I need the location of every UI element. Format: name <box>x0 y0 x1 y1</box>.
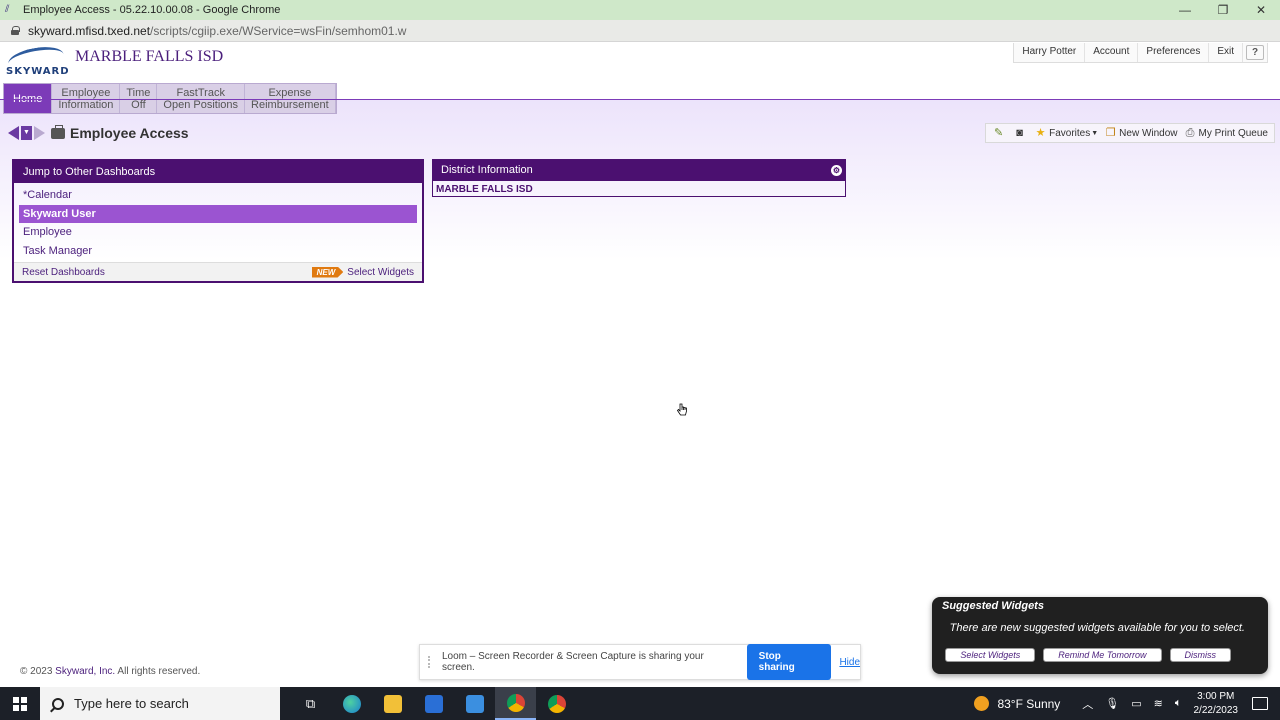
forward-arrow-icon[interactable] <box>34 126 45 140</box>
drag-handle-icon[interactable] <box>428 656 433 668</box>
suggest-message: There are new suggested widgets availabl… <box>949 622 1245 634</box>
district-panel-title: District Information <box>441 164 533 176</box>
account-link[interactable]: Account <box>1085 43 1139 62</box>
jump-dashboards-panel: Jump to Other Dashboards *Calendar Skywa… <box>12 159 424 283</box>
notification-icon[interactable] <box>1252 697 1268 710</box>
camera-icon: ◙ <box>1016 127 1023 139</box>
file-explorer-app[interactable] <box>372 687 413 720</box>
user-name-link[interactable]: Harry Potter <box>1014 43 1086 62</box>
hand-cursor-icon <box>677 403 687 416</box>
remind-me-tomorrow-button[interactable]: Remind Me Tomorrow <box>1043 648 1162 662</box>
close-window-button[interactable]: ✕ <box>1242 0 1280 20</box>
chrome-icon <box>547 694 566 713</box>
stop-sharing-button[interactable]: Stop sharing <box>746 644 832 680</box>
history-dropdown-icon[interactable]: ▼ <box>21 126 32 140</box>
folder-icon <box>383 694 402 713</box>
url-path[interactable]: /scripts/cgiip.exe/WService=wsFin/semhom… <box>150 24 406 38</box>
wifi-icon[interactable]: ≋ <box>1154 697 1163 710</box>
store-app[interactable] <box>413 687 454 720</box>
skyward-logo[interactable]: SKYWARD <box>6 43 70 82</box>
windows-logo-icon <box>13 696 27 711</box>
settings-gear-icon[interactable]: ⚙ <box>831 165 842 176</box>
mail-icon <box>465 694 484 713</box>
dashboard-item-task-manager[interactable]: Task Manager <box>19 242 417 260</box>
task-view-icon: ⧉ <box>305 695 316 711</box>
dismiss-button[interactable]: Dismiss <box>1169 648 1231 662</box>
new-badge: NEW <box>311 266 344 278</box>
window-title: Employee Access - 05.22.10.00.08 - Googl… <box>23 4 281 16</box>
volume-icon[interactable]: 🔈︎ <box>1175 697 1182 710</box>
taskbar-clock[interactable]: 3:00 PM 2/22/2023 <box>1194 690 1239 718</box>
suggest-title: Suggested Widgets <box>942 600 1044 612</box>
windows-taskbar: Type here to search ⧉ 83°F Sunny ︿ 🎙︎ ▭ … <box>0 687 1280 720</box>
skyward-link[interactable]: Skyward, Inc. <box>55 666 115 677</box>
maximize-button[interactable]: ❐ <box>1204 0 1242 20</box>
chrome-app[interactable] <box>536 687 577 720</box>
notes-button[interactable]: ✎ <box>992 127 1007 139</box>
chrome-app-active[interactable] <box>495 687 536 720</box>
address-bar[interactable]: skyward.mfisd.txed.net /scripts/cgiip.ex… <box>0 20 1280 42</box>
suggested-widgets-popup: Suggested Widgets There are new suggeste… <box>932 597 1268 674</box>
skyward-favicon-icon: ⫽ <box>5 4 10 15</box>
briefcase-icon <box>51 124 65 139</box>
print-queue-button[interactable]: ⎙ My Print Queue <box>1184 127 1268 139</box>
logo-text: SKYWARD <box>6 66 70 77</box>
page-toolbar: ✎ ◙ ★ Favorites ▼ ❐ New Window ⎙ My Print Qu… <box>985 123 1275 143</box>
notepad-icon: ✎ <box>993 127 1004 139</box>
sunny-weather-icon[interactable] <box>974 696 990 711</box>
district-information-panel: District Information ⚙ MARBLE FALLS ISD <box>432 159 846 197</box>
star-icon: ★ <box>1035 127 1046 139</box>
back-arrow-icon[interactable] <box>8 126 19 140</box>
district-value: MARBLE FALLS ISD <box>436 184 533 195</box>
chevron-down-icon: ▼ <box>1091 129 1099 137</box>
start-button[interactable] <box>0 687 40 720</box>
store-icon <box>424 694 443 713</box>
jump-panel-title: Jump to Other Dashboards <box>14 161 422 183</box>
lock-icon[interactable] <box>11 26 20 35</box>
mail-app[interactable] <box>454 687 495 720</box>
chevron-up-icon[interactable]: ︿ <box>1082 696 1093 712</box>
dashboard-item-skyward-user[interactable]: Skyward User <box>19 204 417 223</box>
copyright-text: © 2023 Skyward, Inc. All rights reserved… <box>20 666 201 677</box>
hide-link[interactable]: Hide <box>839 657 860 668</box>
weather-text[interactable]: 83°F Sunny <box>997 697 1060 711</box>
printer-icon: ⎙ <box>1185 127 1195 139</box>
dashboard-item-employee[interactable]: Employee <box>19 223 417 241</box>
select-widgets-link[interactable]: Select Widgets <box>347 267 414 278</box>
chrome-icon <box>506 693 525 712</box>
edge-app[interactable] <box>331 687 372 720</box>
new-window-icon: ❐ <box>1105 127 1116 139</box>
battery-icon[interactable]: ▭ <box>1131 697 1141 710</box>
select-widgets-button[interactable]: Select Widgets <box>945 648 1036 662</box>
district-name-heading: MARBLE FALLS ISD <box>75 48 224 65</box>
task-view-button[interactable]: ⧉ <box>290 687 331 720</box>
help-button[interactable]: ? <box>1246 45 1264 60</box>
loom-sharing-message: Loom – Screen Recorder & Screen Capture … <box>441 651 704 673</box>
screenshot-button[interactable]: ◙ <box>1013 127 1028 139</box>
preferences-link[interactable]: Preferences <box>1138 43 1210 62</box>
edge-icon <box>342 694 361 713</box>
dashboard-item-calendar[interactable]: *Calendar <box>19 186 417 204</box>
loom-sharing-bar: Loom – Screen Recorder & Screen Capture … <box>419 644 861 680</box>
breadcrumb: ▼ Employee Access <box>8 124 189 141</box>
minimize-button[interactable]: — <box>1166 0 1204 20</box>
search-icon <box>52 697 64 710</box>
reset-dashboards-link[interactable]: Reset Dashboards <box>22 267 105 278</box>
url-host[interactable]: skyward.mfisd.txed.net <box>28 24 150 38</box>
user-bar: Harry Potter Account Preferences Exit ? <box>1013 43 1268 63</box>
window-title-bar: ⫽ Employee Access - 05.22.10.00.08 - Goo… <box>0 0 1280 20</box>
taskbar-search-input[interactable]: Type here to search <box>40 687 280 720</box>
new-window-button[interactable]: ❐ New Window <box>1104 127 1178 139</box>
exit-link[interactable]: Exit <box>1209 43 1243 62</box>
microphone-icon[interactable]: 🎙︎ <box>1105 697 1119 710</box>
skyward-page: SKYWARD MARBLE FALLS ISD Harry Potter Ac… <box>0 43 1280 687</box>
system-tray: 83°F Sunny ︿ 🎙︎ ▭ ≋ 🔈︎ 3:00 PM 2/22/2023 <box>974 687 1280 720</box>
favorites-button[interactable]: ★ Favorites ▼ <box>1034 127 1099 139</box>
page-title: Employee Access <box>70 125 189 141</box>
